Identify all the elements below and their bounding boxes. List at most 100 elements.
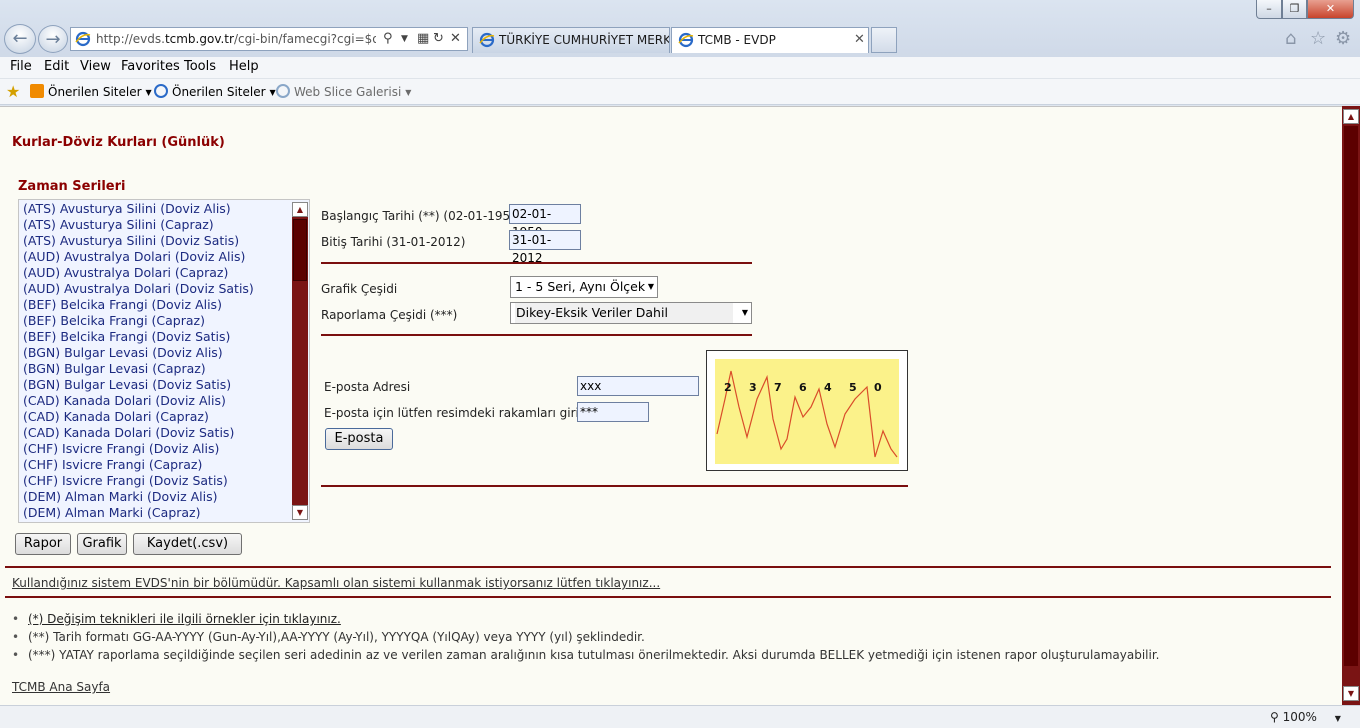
series-option[interactable]: (BGN) Bulgar Levasi (Doviz Satis) [23,377,254,393]
compatibility-view-icon[interactable]: ▦ [417,31,429,46]
favorites-star-icon[interactable]: ☆ [1310,28,1326,49]
tcmb-home-link[interactable]: TCMB Ana Sayfa [12,680,110,694]
report-button[interactable]: Rapor [15,533,71,555]
scroll-up-arrow-icon[interactable]: ▲ [292,202,308,217]
series-option[interactable]: (CHF) Isvicre Frangi (Doviz Alis) [23,441,254,457]
horizontal-report-note: (***) YATAY raporlama seçildiğinde seçil… [28,648,1160,662]
page-scrollbar[interactable]: ▲ ▼ [1342,106,1360,705]
series-option[interactable]: (DEM) Alman Marki (Capraz) [23,505,254,521]
scroll-thumb[interactable] [293,219,307,281]
stop-icon[interactable]: ✕ [450,31,461,46]
series-option[interactable]: (AUD) Avustralya Dolari (Doviz Alis) [23,249,254,265]
scroll-down-arrow-icon[interactable]: ▼ [292,505,308,520]
series-option[interactable]: (BEF) Belcika Frangi (Doviz Alis) [23,297,254,313]
captcha-input[interactable]: *** [577,402,649,422]
series-option[interactable]: (CAD) Kanada Dolari (Capraz) [23,409,254,425]
series-option[interactable]: (ATS) Avusturya Silini (Capraz) [23,217,254,233]
captcha-digit: 5 [849,381,857,394]
menu-file[interactable]: File [10,59,32,74]
series-option[interactable]: (AUD) Avustralya Dolari (Doviz Satis) [23,281,254,297]
minimize-button[interactable]: – [1256,0,1282,19]
end-date-label: Bitiş Tarihi (31-01-2012) [321,235,466,249]
favorites-bar: ★ Önerilen Siteler ▼ Önerilen Siteler ▼ We… [0,79,1360,105]
start-date-input[interactable]: 02-01-1950 [509,204,581,239]
series-option[interactable]: (CAD) Kanada Dolari (Doviz Alis) [23,393,254,409]
close-window-button[interactable]: ✕ [1307,0,1354,19]
chevron-down-icon: ▼ [145,88,152,97]
fav-item-web-slice[interactable]: Web Slice Galerisi ▼ [276,84,411,99]
series-option[interactable]: (DEM) Alman Marki (Doviz Alis) [23,489,254,505]
fav-label: Önerilen Siteler [172,85,266,99]
menu-tools[interactable]: Tools [184,59,216,74]
series-option[interactable]: (ATS) Avusturya Silini (Doviz Satis) [23,233,254,249]
restore-button[interactable]: ❐ [1282,0,1307,19]
home-icon[interactable]: ⌂ [1285,28,1296,49]
zoom-icon: ⚲ [1270,710,1283,724]
divider [321,334,752,336]
examples-link[interactable]: (*) Değişim teknikleri ile ilgili örnekl… [28,612,341,626]
series-option[interactable]: (BGN) Bulgar Levasi (Capraz) [23,361,254,377]
time-series-listbox[interactable]: (ATS) Avusturya Silini (Doviz Alis) (ATS)… [18,199,310,523]
series-option[interactable]: (AUD) Avustralya Dolari (Capraz) [23,265,254,281]
back-arrow-icon: ← [12,28,28,49]
chevron-down-icon: ▼ [269,88,276,97]
report-type-select[interactable]: Dikey-Eksik Veriler Dahil ▼ [510,302,752,324]
note-item: • (**) Tarih formatı GG-AA-YYYY (Gun-Ay-Y… [12,630,645,644]
forward-button[interactable]: → [38,25,68,53]
refresh-icon[interactable]: ↻ [433,31,444,46]
back-button[interactable]: ← [4,24,36,54]
series-option[interactable]: (BGN) Bulgar Levasi (Doviz Alis) [23,345,254,361]
gear-icon[interactable]: ⚙ [1335,28,1351,49]
email-send-button[interactable]: E-posta [325,428,393,450]
chevron-down-icon: ▼ [741,308,748,317]
status-bar: ⚲ 100% ▼ [0,705,1360,728]
save-csv-button[interactable]: Kaydet(.csv) [133,533,242,555]
menu-help[interactable]: Help [229,59,259,74]
search-icon[interactable]: ⚲ [383,31,393,46]
dropdown-caret-icon[interactable]: ▼ [401,34,408,44]
captcha-digit: 4 [824,381,832,394]
series-option[interactable]: (CHF) Isvicre Frangi (Capraz) [23,457,254,473]
series-option[interactable]: (CHF) Isvicre Frangi (Doviz Satis) [23,473,254,489]
address-bar[interactable]: http://evds.tcmb.gov.tr/cgi-bin/famecgi?… [70,27,468,51]
report-type-value: Dikey-Eksik Veriler Dahil [515,303,733,323]
scroll-down-arrow-icon[interactable]: ▼ [1343,686,1359,701]
divider [321,262,752,264]
menu-edit[interactable]: Edit [44,59,69,74]
chart-type-select[interactable]: 1 - 5 Seri, Aynı Ölçek ▼ [510,276,658,298]
close-tab-icon[interactable]: ✕ [854,28,865,52]
forward-arrow-icon: → [45,29,61,50]
page-viewport: Kurlar-Döviz Kurları (Günlük) Zaman Seri… [0,106,1342,705]
captcha-image: 2 3 7 6 4 5 0 [715,359,899,464]
ie-icon [154,84,168,98]
report-type-label: Raporlama Çeşidi (***) [321,308,458,322]
end-date-input[interactable]: 31-01-2012 [509,230,581,265]
note-item: • (*) Değişim teknikleri ile ilgili örnek… [12,612,341,626]
new-tab-button[interactable] [871,27,897,53]
series-option[interactable]: (BEF) Belcika Frangi (Doviz Satis) [23,329,254,345]
series-list-scrollbar[interactable]: ▲ ▼ [292,202,308,520]
series-option[interactable]: (ATS) Avusturya Silini (Doviz Alis) [23,201,254,217]
menu-view[interactable]: View [80,59,111,74]
series-items: (ATS) Avusturya Silini (Doviz Alis) (ATS)… [23,201,254,521]
zoom-control[interactable]: ⚲ 100% ▼ [1270,710,1341,724]
captcha-digit: 2 [724,381,732,394]
series-option[interactable]: (CAD) Kanada Dolari (Doviz Satis) [23,425,254,441]
fav-item-onerilen-bing[interactable]: Önerilen Siteler ▼ [30,84,152,99]
menu-favorites[interactable]: Favorites [121,59,180,74]
chart-button[interactable]: Grafik [77,533,127,555]
evds-full-system-link[interactable]: Kullandığınız sistem EVDS'nin bir bölümü… [12,576,660,590]
tab-tcmb-main[interactable]: TÜRKİYE CUMHURİYET MERKE... [472,27,670,53]
zoom-level: 100% [1282,710,1317,724]
tab-tcmb-evdp[interactable]: TCMB - EVDP ✕ [671,27,869,53]
fav-item-onerilen-ie[interactable]: Önerilen Siteler ▼ [154,84,276,99]
scroll-thumb[interactable] [1344,126,1358,666]
divider [5,566,1331,568]
email-input[interactable]: xxx [577,376,699,396]
divider [321,485,908,487]
scroll-up-arrow-icon[interactable]: ▲ [1343,109,1359,124]
note-item: • (***) YATAY raporlama seçildiğinde seçi… [12,648,1160,662]
browser-title-bar: – ❐ ✕ ← → http://evds.tcmb.gov.tr/cgi-bi… [0,0,1360,58]
favorites-star-icon[interactable]: ★ [6,82,20,101]
series-option[interactable]: (BEF) Belcika Frangi (Capraz) [23,313,254,329]
